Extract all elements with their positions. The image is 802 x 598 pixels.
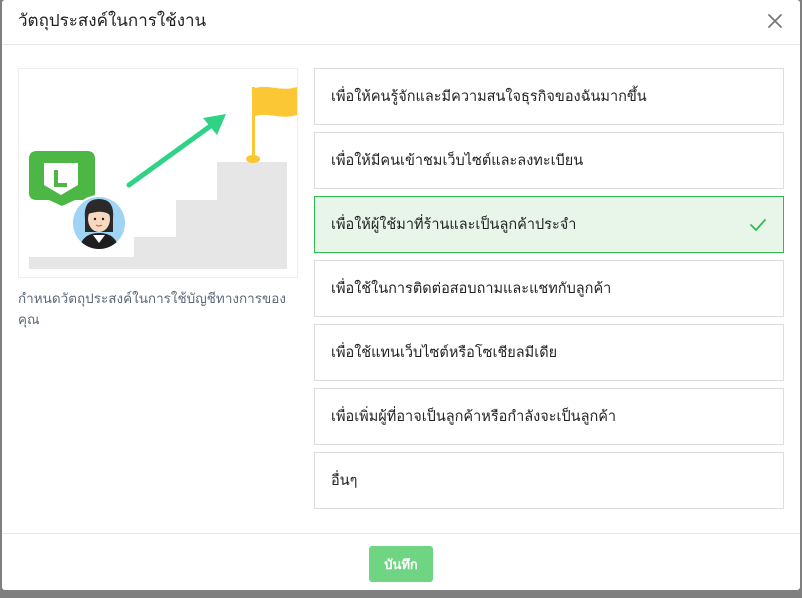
objective-option-label: เพื่อให้มีคนเข้าชมเว็บไซต์และลงทะเบียน — [331, 153, 584, 169]
intro-panel: กำหนดวัตถุประสงค์ในการใช้บัญชีทางการของค… — [18, 68, 298, 331]
objective-option-label: เพื่อใช้ในการติดต่อสอบถามและแชทกับลูกค้า — [331, 281, 612, 297]
objective-option[interactable]: เพื่อเพิ่มผู้ที่อาจเป็นลูกค้าหรือกำลังจะ… — [314, 388, 784, 445]
objective-option[interactable]: เพื่อให้คนรู้จักและมีความสนใจธุรกิจของฉั… — [314, 68, 784, 125]
save-button[interactable]: บันทึก — [369, 546, 433, 582]
avatar — [71, 195, 127, 251]
objective-option-label: เพื่อให้คนรู้จักและมีความสนใจธุรกิจของฉั… — [331, 89, 647, 105]
objective-option[interactable]: เพื่อให้มีคนเข้าชมเว็บไซต์และลงทะเบียน — [314, 132, 784, 189]
intro-caption: กำหนดวัตถุประสงค์ในการใช้บัญชีทางการของค… — [18, 291, 286, 328]
dialog-footer: บันทึก — [2, 533, 800, 590]
objective-option-label: เพื่อเพิ่มผู้ที่อาจเป็นลูกค้าหรือกำลังจะ… — [331, 409, 617, 425]
objective-option-label: อื่นๆ — [331, 473, 358, 489]
objective-option-selected[interactable]: เพื่อให้ผู้ใช้มาที่ร้านและเป็นลูกค้าประจ… — [314, 196, 784, 253]
objective-option[interactable]: เพื่อใช้แทนเว็บไซต์หรือโซเชียลมีเดีย — [314, 324, 784, 381]
objective-option[interactable]: เพื่อใช้ในการติดต่อสอบถามและแชทกับลูกค้า — [314, 260, 784, 317]
arrow-up-right-icon — [126, 114, 226, 188]
dialog-title: วัตถุประสงค์ในการใช้งาน — [18, 11, 207, 31]
check-icon — [750, 219, 766, 231]
objective-option-other[interactable]: อื่นๆ — [314, 452, 784, 509]
line-logo-icon — [29, 151, 95, 206]
objective-option-label: เพื่อใช้แทนเว็บไซต์หรือโซเชียลมีเดีย — [331, 345, 558, 361]
flag-icon — [246, 86, 297, 163]
objective-illustration — [18, 68, 298, 278]
objective-dialog: วัตถุประสงค์ในการใช้งาน กำหนดวัตถุประสงค… — [2, 0, 800, 590]
close-icon[interactable] — [764, 10, 786, 32]
dialog-header: วัตถุประสงค์ในการใช้งาน — [2, 0, 800, 45]
objective-option-label: เพื่อให้ผู้ใช้มาที่ร้านและเป็นลูกค้าประจ… — [331, 217, 577, 233]
objective-options-list: เพื่อให้คนรู้จักและมีความสนใจธุรกิจของฉั… — [314, 68, 784, 516]
